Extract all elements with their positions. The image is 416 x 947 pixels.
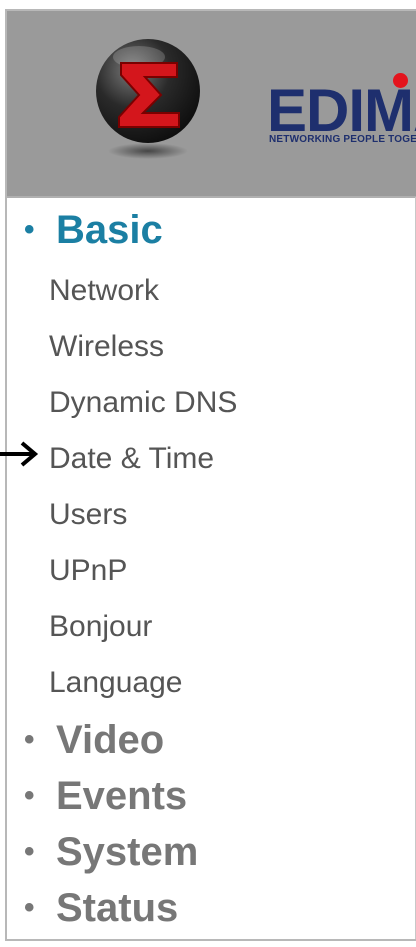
- bullet-icon: •: [24, 213, 35, 246]
- menu-section-basic[interactable]: • Basic: [24, 207, 163, 253]
- header-banner: EDIMAX NETWORKING PEOPLE TOGETHER: [7, 11, 416, 198]
- camera-web-ui: EDIMAX NETWORKING PEOPLE TOGETHER • Basic…: [5, 9, 416, 941]
- brand-name: EDIMAX: [267, 77, 416, 144]
- bullet-icon: •: [24, 835, 35, 868]
- menu-section-status[interactable]: • Status: [24, 885, 178, 931]
- menu-section-basic-label: Basic: [56, 208, 163, 252]
- menu-item-bonjour[interactable]: Bonjour: [49, 609, 152, 645]
- brand-tagline: NETWORKING PEOPLE TOGETHER: [269, 134, 416, 145]
- menu-item-wireless[interactable]: Wireless: [49, 329, 164, 365]
- edimax-sigma-logo-icon: [96, 39, 200, 159]
- menu-item-upnp[interactable]: UPnP: [49, 553, 127, 589]
- menu-item-users[interactable]: Users: [49, 497, 127, 533]
- menu-section-system-label: System: [56, 830, 199, 874]
- arrow-right-icon: [0, 441, 39, 467]
- menu-item-network[interactable]: Network: [49, 273, 159, 309]
- brand-logo: EDIMAX NETWORKING PEOPLE TOGETHER: [265, 73, 416, 153]
- menu-item-dynamic-dns[interactable]: Dynamic DNS: [49, 385, 237, 421]
- bullet-icon: •: [24, 891, 35, 924]
- bullet-icon: •: [24, 779, 35, 812]
- bullet-icon: •: [24, 723, 35, 756]
- menu-section-events[interactable]: • Events: [24, 773, 187, 819]
- menu-section-events-label: Events: [56, 774, 188, 818]
- menu-section-status-label: Status: [56, 886, 179, 930]
- menu-section-video-label: Video: [56, 718, 165, 762]
- menu-item-language[interactable]: Language: [49, 665, 182, 701]
- menu-item-date-time[interactable]: Date & Time: [49, 441, 214, 477]
- menu-section-video[interactable]: • Video: [24, 717, 164, 763]
- menu-section-system[interactable]: • System: [24, 829, 198, 875]
